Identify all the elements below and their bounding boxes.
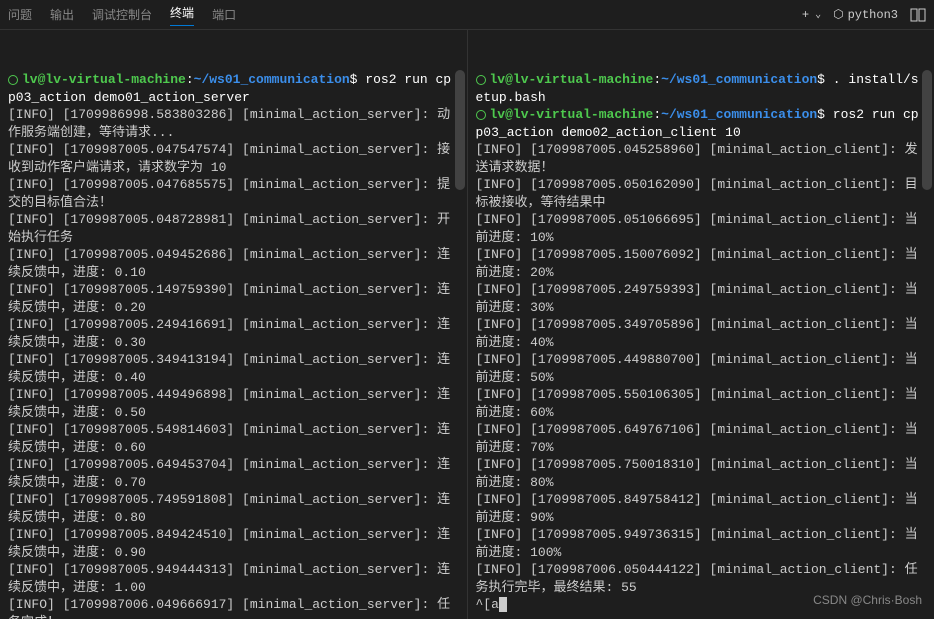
kernel-selector[interactable]: ⬡ python3	[833, 7, 898, 22]
plus-icon: +	[802, 8, 809, 22]
log-line: [INFO] [1709987005.949444313] [minimal_a…	[8, 562, 450, 595]
log-line: [INFO] [1709987005.349413194] [minimal_a…	[8, 352, 450, 385]
prompt-sep: :	[653, 107, 661, 122]
terminal-pane-left[interactable]: lv@lv-virtual-machine:~/ws01_communicati…	[0, 30, 468, 619]
new-terminal-button[interactable]: + ⌄	[802, 8, 821, 22]
log-line: [INFO] [1709987005.045258960] [minimal_a…	[476, 142, 918, 175]
terminal-split-container: lv@lv-virtual-machine:~/ws01_communicati…	[0, 30, 934, 619]
prompt-user: lv@lv-virtual-machine	[490, 107, 654, 122]
prompt-sep: :	[653, 72, 661, 87]
prompt-user: lv@lv-virtual-machine	[490, 72, 654, 87]
log-line: [INFO] [1709987005.550106305] [minimal_a…	[476, 387, 918, 420]
log-line: [INFO] [1709987005.349705896] [minimal_a…	[476, 317, 918, 350]
log-line: [INFO] [1709987005.649453704] [minimal_a…	[8, 457, 450, 490]
log-line: [INFO] [1709987005.249416691] [minimal_a…	[8, 317, 450, 350]
watermark: CSDN @Chris·Bosh	[813, 593, 922, 607]
tab-terminal[interactable]: 终端	[170, 4, 194, 26]
log-line: [INFO] [1709987005.949736315] [minimal_a…	[476, 527, 918, 560]
tab-ports[interactable]: 端口	[212, 6, 236, 23]
prompt-path: ~/ws01_communication	[661, 72, 817, 87]
log-line: [INFO] [1709987005.449880700] [minimal_a…	[476, 352, 918, 385]
toolbar-right: + ⌄ ⬡ python3	[802, 7, 926, 23]
prompt-user: lv@lv-virtual-machine	[22, 72, 186, 87]
hexagon-icon: ⬡	[833, 7, 843, 22]
log-line: [INFO] [1709987005.549814603] [minimal_a…	[8, 422, 450, 455]
split-icon	[910, 7, 926, 23]
prompt-end: $	[817, 107, 825, 122]
log-line: [INFO] [1709986998.583803286] [minimal_a…	[8, 107, 450, 140]
log-line: [INFO] [1709987005.150076092] [minimal_a…	[476, 247, 918, 280]
log-line: [INFO] [1709987005.849424510] [minimal_a…	[8, 527, 450, 560]
log-line: [INFO] [1709987005.149759390] [minimal_a…	[8, 282, 450, 315]
prompt-path: ~/ws01_communication	[194, 72, 350, 87]
log-line: [INFO] [1709987005.749591808] [minimal_a…	[8, 492, 450, 525]
terminal-content-right: lv@lv-virtual-machine:~/ws01_communicati…	[476, 71, 927, 614]
prompt-path: ~/ws01_communication	[661, 107, 817, 122]
tab-problems[interactable]: 问题	[8, 6, 32, 23]
log-line: [INFO] [1709987005.750018310] [minimal_a…	[476, 457, 918, 490]
log-line: [INFO] [1709987005.449496898] [minimal_a…	[8, 387, 450, 420]
split-terminal-button[interactable]	[910, 7, 926, 23]
log-line: [INFO] [1709987006.050444122] [minimal_a…	[476, 562, 918, 595]
log-line: [INFO] [1709987005.249759393] [minimal_a…	[476, 282, 918, 315]
scrollbar-left[interactable]	[455, 70, 465, 190]
chevron-down-icon: ⌄	[815, 9, 821, 21]
log-line: [INFO] [1709987005.050162090] [minimal_a…	[476, 177, 918, 210]
log-line: [INFO] [1709987006.049666917] [minimal_a…	[8, 597, 450, 619]
circle-icon	[8, 75, 18, 85]
prompt-sep: :	[186, 72, 194, 87]
tab-output[interactable]: 输出	[50, 6, 74, 23]
circle-icon	[476, 110, 486, 120]
kernel-label: python3	[848, 8, 898, 22]
tab-debug-console[interactable]: 调试控制台	[92, 6, 152, 23]
trailing-input: ^[a	[476, 597, 499, 612]
tabs-container: 问题 输出 调试控制台 终端 端口	[8, 4, 236, 26]
log-line: [INFO] [1709987005.047685575] [minimal_a…	[8, 177, 450, 210]
log-line: [INFO] [1709987005.849758412] [minimal_a…	[476, 492, 918, 525]
cursor-icon	[499, 597, 507, 612]
prompt-end: $	[817, 72, 825, 87]
terminal-content-left: lv@lv-virtual-machine:~/ws01_communicati…	[8, 71, 459, 619]
panel-tab-bar: 问题 输出 调试控制台 终端 端口 + ⌄ ⬡ python3	[0, 0, 934, 30]
log-line: [INFO] [1709987005.047547574] [minimal_a…	[8, 142, 450, 175]
log-line: [INFO] [1709987005.049452686] [minimal_a…	[8, 247, 450, 280]
circle-icon	[476, 75, 486, 85]
log-line: [INFO] [1709987005.649767106] [minimal_a…	[476, 422, 918, 455]
scrollbar-right[interactable]	[922, 70, 932, 190]
log-line: [INFO] [1709987005.051066695] [minimal_a…	[476, 212, 918, 245]
terminal-pane-right[interactable]: lv@lv-virtual-machine:~/ws01_communicati…	[468, 30, 934, 619]
prompt-end: $	[350, 72, 358, 87]
log-line: [INFO] [1709987005.048728981] [minimal_a…	[8, 212, 450, 245]
